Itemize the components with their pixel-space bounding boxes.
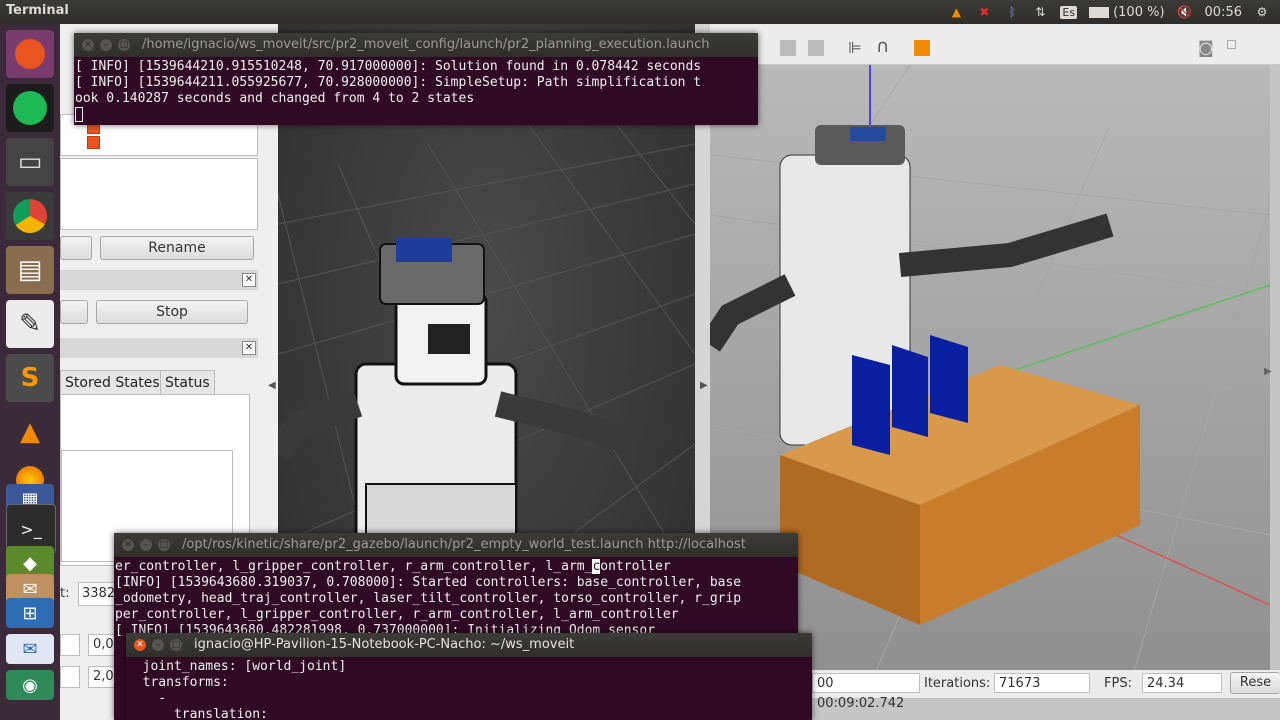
shape-icon[interactable] <box>914 40 930 56</box>
terminal-line: translation: <box>127 707 268 720</box>
fps-field: 24.34 <box>1142 673 1222 693</box>
start-button[interactable] <box>60 300 88 324</box>
paste-icon[interactable] <box>808 40 824 56</box>
terminal-titlebar: ✕ – □ /opt/ros/kinetic/share/pr2_gazebo/… <box>114 533 798 557</box>
pr2-robot-model <box>278 238 643 546</box>
maximize-icon[interactable]: □ <box>170 639 182 651</box>
collapse-left-arrow-icon[interactable]: ◀ <box>268 380 276 391</box>
calculator-icon[interactable]: ⊞ <box>6 598 54 628</box>
magnet-icon[interactable]: ∩ <box>876 36 889 57</box>
minimize-icon[interactable]: – <box>100 39 112 51</box>
keyboard-layout-indicator[interactable]: Es <box>1060 5 1078 19</box>
bluetooth-icon[interactable]: ᛒ <box>1004 4 1020 20</box>
close-icon[interactable]: ✕ <box>134 639 146 651</box>
query-text-area[interactable] <box>60 158 258 230</box>
file-manager-icon[interactable]: ▤ <box>6 246 54 294</box>
sim-time-field: 00 00:09:02.742 <box>812 673 920 711</box>
spin-box[interactable] <box>60 666 80 688</box>
close-icon[interactable]: ✕ <box>242 273 256 287</box>
terminal-cursor <box>75 107 83 122</box>
terminal-titlebar: ✕ – □ /home/ignacio/ws_moveit/src/pr2_mo… <box>74 33 758 57</box>
align-icon[interactable]: ⊫ <box>848 38 862 57</box>
stop-button[interactable]: Stop <box>96 300 248 324</box>
text-editor-icon[interactable]: ✎ <box>6 300 54 348</box>
maximize-icon[interactable]: □ <box>158 539 170 551</box>
gazebo-toolbar: ⊫ ∩ ◙ ☐ <box>710 24 1280 65</box>
terminal-line: [ INFO] [1539644211.055925677, 70.928000… <box>75 75 702 90</box>
network-icon[interactable]: ⇅ <box>1032 4 1048 20</box>
chrome-icon[interactable] <box>6 192 54 240</box>
terminal-title: /opt/ros/kinetic/share/pr2_gazebo/launch… <box>182 537 746 552</box>
sublime-icon[interactable]: S <box>6 354 54 402</box>
spotify-icon[interactable] <box>6 84 54 132</box>
settings-gear-icon[interactable]: ⚙ <box>1254 4 1270 20</box>
battery-icon <box>1089 6 1110 18</box>
screenshot-icon[interactable]: ◙ <box>1198 38 1214 57</box>
close-icon[interactable]: ✕ <box>82 39 94 51</box>
terminal-titlebar: ✕ – □ ignacio@HP-Pavilion-15-Notebook-PC… <box>126 633 812 657</box>
terminal-line: [INFO] [1539643680.319037, 0.708000]: St… <box>115 575 742 590</box>
copy-icon[interactable] <box>780 40 796 56</box>
load-button[interactable] <box>60 236 92 260</box>
rename-button[interactable]: Rename <box>100 236 254 260</box>
minimize-icon[interactable]: – <box>140 539 152 551</box>
terminal-output: [ INFO] [1539644210.915510248, 70.917000… <box>74 57 758 125</box>
vlc-tray-icon[interactable]: ▲ <box>948 4 964 20</box>
count-label: t: <box>60 586 70 601</box>
terminal-line: per_controller, l_gripper_controller, r_… <box>115 607 679 622</box>
scanner-icon[interactable]: ▭ <box>6 138 54 186</box>
terminal-line: ook 0.140287 seconds and changed from 4 … <box>75 91 475 106</box>
active-app-title: Terminal <box>6 3 69 18</box>
mail-icon[interactable]: ✉ <box>6 634 54 664</box>
terminal-ws-moveit[interactable]: ✕ – □ ignacio@HP-Pavilion-15-Notebook-PC… <box>126 633 812 720</box>
terminal-line: joint_names: [world_joint] <box>127 659 347 674</box>
section-header: ✕ <box>60 270 258 290</box>
checkbox-icon[interactable] <box>87 136 100 149</box>
iterations-field: 71673 <box>994 673 1090 693</box>
tab-stored-states[interactable]: Stored States <box>60 370 165 395</box>
top-panel: Terminal ▲ ✖ ᛒ ⇅ Es (100 %) 🔇 00:56 ⚙ <box>0 0 1280 24</box>
clock[interactable]: 00:56 <box>1205 5 1242 20</box>
terminal-planning-execution[interactable]: ✕ – □ /home/ignacio/ws_moveit/src/pr2_mo… <box>74 33 758 125</box>
minimize-icon[interactable]: – <box>152 639 164 651</box>
terminal-line: er_controller, l_gripper_controller, r_a… <box>115 559 671 574</box>
close-icon[interactable]: ✕ <box>242 341 256 355</box>
tab-status[interactable]: Status <box>160 370 215 395</box>
terminal-line: - <box>127 691 167 706</box>
terminal-line: [ INFO] [1539644210.915510248, 70.917000… <box>75 59 702 74</box>
battery-indicator[interactable]: (100 %) <box>1089 4 1165 20</box>
terminal-output: joint_names: [world_joint] transforms: -… <box>126 657 812 720</box>
vlc-icon[interactable]: ▲ <box>6 408 54 456</box>
terminal-title: /home/ignacio/ws_moveit/src/pr2_moveit_c… <box>142 37 710 52</box>
dropbox-tray-icon[interactable]: ✖ <box>976 4 992 20</box>
ubuntu-icon[interactable] <box>6 30 54 78</box>
maximize-icon[interactable]: □ <box>118 39 130 51</box>
system-tray: ▲ ✖ ᛒ ⇅ Es (100 %) 🔇 00:56 ⚙ <box>948 2 1270 22</box>
volume-muted-icon[interactable]: 🔇 <box>1177 4 1193 20</box>
log-icon[interactable]: ☐ <box>1226 38 1237 52</box>
spin-box[interactable] <box>60 634 80 656</box>
terminal-title: ignacio@HP-Pavilion-15-Notebook-PC-Nacho… <box>194 637 575 652</box>
close-icon[interactable]: ✕ <box>122 539 134 551</box>
terminal-line: transforms: <box>127 675 229 690</box>
gazebo-arrow-icon[interactable]: ▶ <box>1264 366 1272 377</box>
iterations-label: Iterations: <box>924 676 991 691</box>
collapse-right-arrow-icon[interactable]: ▶ <box>700 380 708 391</box>
terminal-line: _odometry, head_traj_controller, laser_t… <box>115 591 742 606</box>
reset-button[interactable]: Rese <box>1230 672 1280 694</box>
app-icon[interactable]: ◉ <box>6 670 54 700</box>
section-header: ✕ <box>60 338 258 358</box>
fps-label: FPS: <box>1104 676 1132 691</box>
launcher: ▭ ▤ ✎ S ▲ ▦ >_ ◆ ✉ ⊞ ✉ ◉ <box>0 24 60 720</box>
battery-percentage: (100 %) <box>1113 4 1165 20</box>
